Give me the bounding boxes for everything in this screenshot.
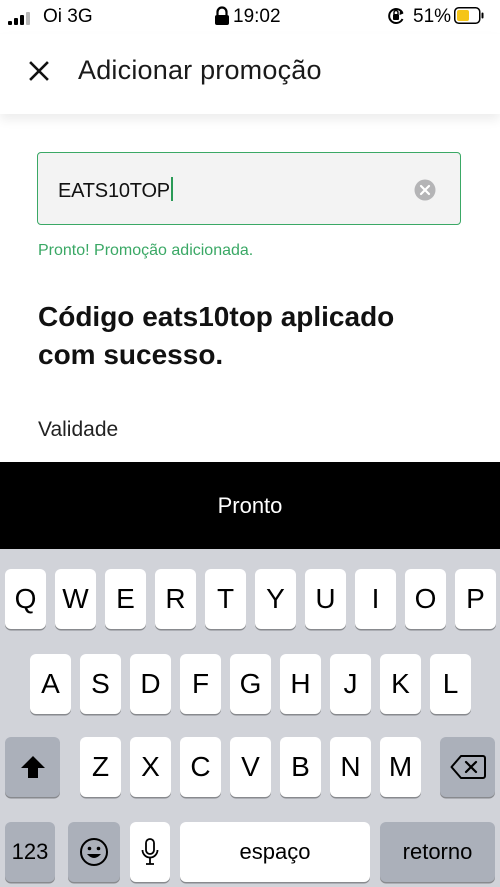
microphone-icon (141, 838, 159, 865)
applied-message: Código eats10top aplicado com sucesso. (38, 301, 395, 370)
page-title: Adicionar promoção (78, 55, 322, 85)
battery-icon (454, 7, 484, 24)
key-s[interactable]: S (80, 654, 121, 714)
key-e[interactable]: E (105, 569, 146, 629)
text-caret (170, 177, 173, 201)
success-message: Pronto! Promoção adicionada. (38, 242, 254, 259)
key-c[interactable]: C (180, 737, 221, 797)
done-button[interactable]: Pronto (0, 462, 500, 549)
key-u[interactable]: U (305, 569, 346, 629)
orientation-lock-icon (388, 8, 404, 24)
backspace-icon (450, 755, 486, 779)
key-a[interactable]: A (30, 654, 71, 714)
shift-key[interactable] (5, 737, 60, 797)
promo-code-value[interactable]: EATS10TOP (58, 177, 173, 203)
key-i[interactable]: I (355, 569, 396, 629)
validity-label: Validade (38, 418, 119, 441)
clear-circle-icon[interactable] (414, 179, 436, 201)
key-y[interactable]: Y (255, 569, 296, 629)
key-w[interactable]: W (55, 569, 96, 629)
numbers-key[interactable]: 123 (5, 822, 55, 882)
key-h[interactable]: H (280, 654, 321, 714)
key-r[interactable]: R (155, 569, 196, 629)
emoji-key[interactable] (68, 822, 120, 882)
key-g[interactable]: G (230, 654, 271, 714)
battery-percentage: 51% (413, 6, 452, 27)
carrier-name: Oi 3G (43, 6, 93, 27)
microphone-key[interactable] (130, 822, 170, 882)
key-j[interactable]: J (330, 654, 371, 714)
key-t[interactable]: T (205, 569, 246, 629)
lock-icon (215, 6, 229, 25)
space-key[interactable]: espaço (180, 822, 370, 882)
key-x[interactable]: X (130, 737, 171, 797)
signal-strength-icon (8, 11, 36, 25)
close-icon[interactable] (26, 58, 52, 84)
key-v[interactable]: V (230, 737, 271, 797)
key-l[interactable]: L (430, 654, 471, 714)
key-q[interactable]: Q (5, 569, 46, 629)
keyboard: Q W E R T Y U I O P A S D F G H J K L Z … (0, 549, 500, 887)
key-z[interactable]: Z (80, 737, 121, 797)
shift-arrow-icon (20, 756, 45, 778)
key-n[interactable]: N (330, 737, 371, 797)
delete-key[interactable] (440, 737, 495, 797)
key-o[interactable]: O (405, 569, 446, 629)
key-d[interactable]: D (130, 654, 171, 714)
return-key[interactable]: retorno (380, 822, 495, 882)
emoji-icon (80, 838, 108, 866)
key-b[interactable]: B (280, 737, 321, 797)
promo-code-input[interactable]: EATS10TOP (37, 152, 461, 225)
key-f[interactable]: F (180, 654, 221, 714)
key-p[interactable]: P (455, 569, 496, 629)
clock: 19:02 (233, 6, 281, 27)
status-bar: Oi 3G 19:02 51% (0, 0, 500, 34)
key-k[interactable]: K (380, 654, 421, 714)
key-m[interactable]: M (380, 737, 421, 797)
